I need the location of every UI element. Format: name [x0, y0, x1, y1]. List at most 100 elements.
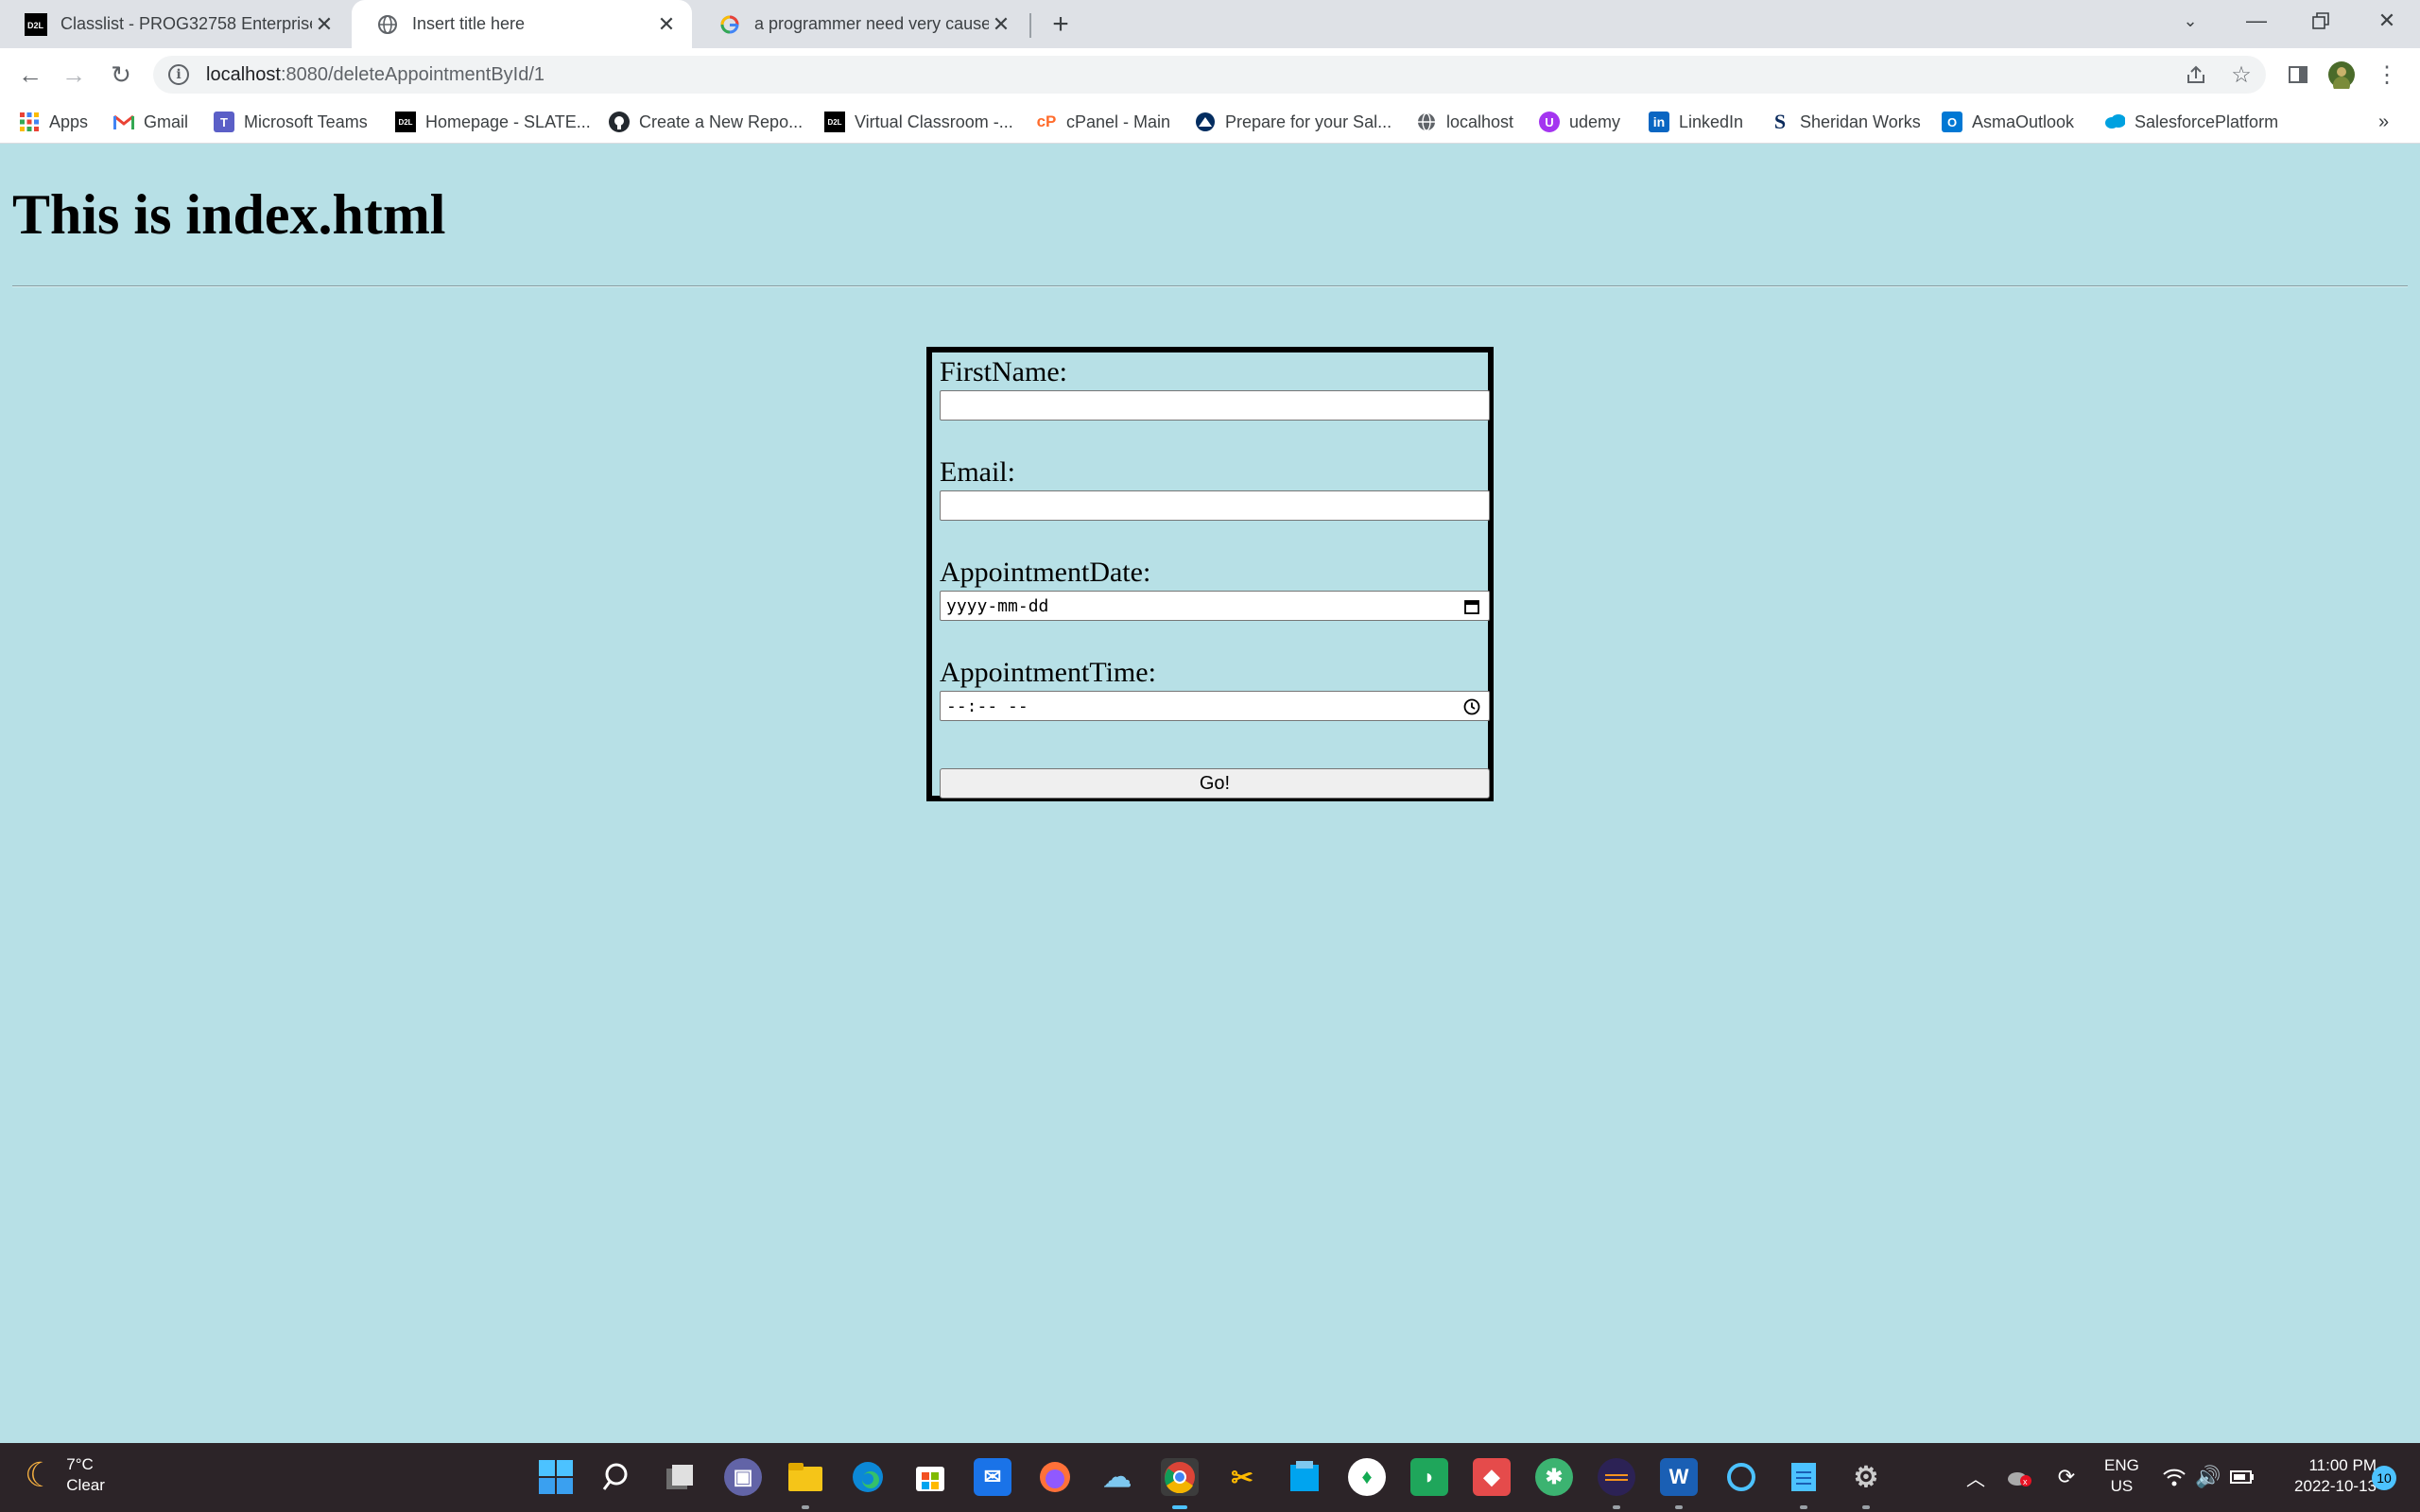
mail-icon[interactable]: ✉: [974, 1458, 1011, 1496]
bookmark-gmail[interactable]: Gmail: [113, 107, 188, 137]
git-client-icon[interactable]: ◆: [1473, 1458, 1511, 1496]
azure-data-studio-icon[interactable]: ☁: [1098, 1458, 1136, 1496]
globe-icon: [1416, 112, 1437, 132]
bookmark-outlook[interactable]: O AsmaOutlook: [1942, 107, 2074, 137]
running-indicator: [1613, 1505, 1620, 1509]
windows-start-icon[interactable]: [537, 1458, 575, 1496]
bookmark-trailhead[interactable]: Prepare for your Sal...: [1195, 107, 1392, 137]
tab-title: Classlist - PROG32758 Enterprise: [60, 14, 312, 33]
side-panel-icon[interactable]: [2284, 60, 2312, 89]
outlook-icon: O: [1942, 112, 1962, 132]
notification-badge[interactable]: 10: [2372, 1466, 2396, 1490]
close-tab-icon[interactable]: ✕: [989, 12, 1013, 37]
tab-search-icon[interactable]: ⌄: [2157, 0, 2223, 42]
email-label: Email:: [940, 456, 1015, 488]
show-hidden-icons-chevron-icon[interactable]: ︿: [1961, 1462, 1991, 1492]
close-tab-icon[interactable]: ✕: [312, 12, 337, 37]
sql-server-icon[interactable]: [1286, 1458, 1323, 1496]
back-button[interactable]: ←: [15, 60, 45, 90]
close-tab-icon[interactable]: ✕: [654, 12, 679, 37]
bookmark-apps[interactable]: Apps: [19, 107, 88, 137]
webex-icon[interactable]: W: [1660, 1458, 1698, 1496]
close-window-button[interactable]: ✕: [2354, 0, 2420, 42]
system-clock[interactable]: 11:00 PM 2022-10-13: [2269, 1455, 2377, 1497]
bookmark-cpanel[interactable]: cP cPanel - Main: [1036, 107, 1170, 137]
bookmark-salesforce[interactable]: SalesforcePlatform: [2104, 107, 2278, 137]
weather-temperature: 7°C: [66, 1455, 94, 1473]
file-explorer-icon[interactable]: [786, 1458, 824, 1496]
bookmark-slate-homepage[interactable]: D2L Homepage - SLATE...: [395, 107, 591, 137]
email-input[interactable]: [940, 490, 1490, 521]
firefox-icon[interactable]: [1036, 1458, 1074, 1496]
search-icon[interactable]: [599, 1458, 637, 1496]
appointment-date-input[interactable]: yyyy-mm-dd: [940, 591, 1490, 621]
mongodb-compass-icon[interactable]: ♦: [1348, 1458, 1386, 1496]
trailhead-icon: [1195, 112, 1216, 132]
profile-avatar[interactable]: [2327, 60, 2356, 89]
eclipse-icon[interactable]: [1598, 1458, 1635, 1496]
teams-chat-icon[interactable]: ▣: [724, 1458, 762, 1496]
clock-icon[interactable]: [1462, 697, 1481, 716]
bookmark-virtual-classroom[interactable]: D2L Virtual Classroom -...: [824, 107, 1013, 137]
url-path: :8080/deleteAppointmentById/1: [280, 63, 545, 85]
more-bookmarks-button[interactable]: »: [2378, 107, 2389, 137]
reload-button[interactable]: ↻: [106, 60, 136, 90]
go-submit-button[interactable]: Go!: [940, 768, 1490, 799]
electron-app-icon[interactable]: ✱: [1535, 1458, 1573, 1496]
page-heading: This is index.html: [12, 183, 446, 246]
forward-button[interactable]: →: [59, 60, 89, 90]
weather-widget[interactable]: ☾ 7°C Clear: [25, 1454, 105, 1496]
new-tab-button[interactable]: +: [1046, 9, 1076, 40]
tab-insert-title[interactable]: Insert title here ✕: [352, 0, 692, 48]
site-info-icon[interactable]: i: [168, 64, 189, 85]
first-name-input[interactable]: [940, 390, 1490, 421]
bookmark-localhost[interactable]: localhost: [1416, 107, 1513, 137]
kebab-menu-icon[interactable]: ⋮: [2373, 60, 2401, 89]
share-icon[interactable]: [2182, 60, 2210, 89]
chrome-icon[interactable]: [1161, 1458, 1199, 1496]
tab-title: a programmer need very causeo: [754, 14, 989, 33]
tab-classlist[interactable]: D2L Classlist - PROG32758 Enterprise ✕: [0, 0, 350, 48]
d2l-icon: D2L: [25, 12, 47, 36]
edge-icon[interactable]: [849, 1458, 887, 1496]
snip-tool-icon[interactable]: ✂: [1223, 1458, 1261, 1496]
wifi-icon[interactable]: [2159, 1462, 2189, 1492]
calendar-icon[interactable]: [1462, 597, 1481, 616]
cpanel-icon: cP: [1036, 112, 1057, 130]
microsoft-store-icon[interactable]: [911, 1458, 949, 1496]
settings-gear-icon[interactable]: ⚙: [1847, 1458, 1885, 1496]
url-host: localhost: [206, 63, 281, 85]
d2l-icon: D2L: [824, 112, 845, 132]
bookmark-star-icon[interactable]: ☆: [2227, 60, 2256, 89]
battery-icon[interactable]: [2227, 1462, 2257, 1492]
tab-google-search[interactable]: a programmer need very causeo ✕: [694, 0, 1027, 48]
minimize-button[interactable]: —: [2223, 0, 2290, 42]
time-placeholder: --:-- --: [946, 696, 1028, 716]
volume-icon[interactable]: 🔊: [2193, 1462, 2223, 1492]
bookmark-label: LinkedIn: [1679, 112, 1744, 131]
notepad-icon[interactable]: [1785, 1458, 1823, 1496]
tab-title: Insert title here: [412, 14, 526, 33]
address-bar[interactable]: i localhost:8080/deleteAppointmentById/1: [153, 56, 2266, 94]
onedrive-error-icon[interactable]: x: [2004, 1462, 2034, 1492]
svg-text:D2L: D2L: [27, 21, 44, 30]
github-icon: [609, 112, 630, 132]
bookmark-github-new-repo[interactable]: Create a New Repo...: [609, 107, 803, 137]
restore-button[interactable]: [2288, 0, 2354, 42]
linkedin-icon: in: [1649, 112, 1669, 132]
moon-icon: ☾: [25, 1455, 56, 1494]
bookmark-sheridan-works[interactable]: S Sheridan Works: [1770, 107, 1921, 137]
cortana-icon[interactable]: [1722, 1458, 1760, 1496]
tab-divider: [1029, 13, 1031, 38]
url-text: localhost:8080/deleteAppointmentById/1: [206, 64, 544, 86]
running-indicator: [802, 1505, 809, 1509]
bookmark-microsoft-teams[interactable]: T Microsoft Teams: [214, 107, 368, 137]
language-indicator[interactable]: ENG US: [2104, 1455, 2139, 1497]
bookmark-label: Gmail: [144, 112, 189, 131]
bookmark-udemy[interactable]: U udemy: [1539, 107, 1620, 137]
bookmark-linkedin[interactable]: in LinkedIn: [1649, 107, 1743, 137]
task-view-icon[interactable]: [662, 1458, 700, 1496]
sync-icon[interactable]: ⟳: [2051, 1462, 2082, 1492]
postman-icon[interactable]: ◗: [1410, 1458, 1448, 1496]
appointment-time-input[interactable]: --:-- --: [940, 691, 1490, 721]
